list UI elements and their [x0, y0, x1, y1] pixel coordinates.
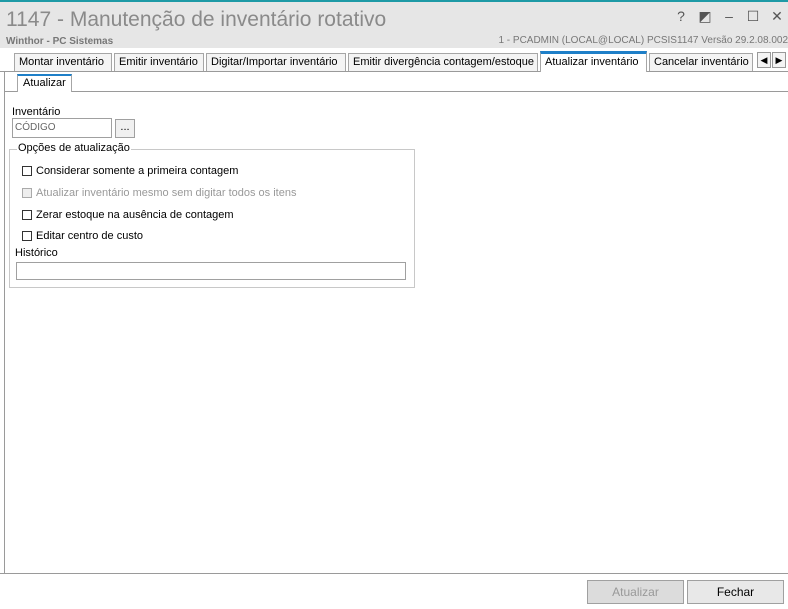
option-editar-centro-custo[interactable]: Editar centro de custo	[22, 230, 143, 242]
option-label: Editar centro de custo	[36, 230, 144, 242]
checkbox[interactable]	[22, 166, 32, 176]
footer-bar: Atualizar Fechar	[0, 573, 788, 609]
sub-tabbar: Atualizar	[4, 72, 788, 92]
option-label: Zerar estoque na ausência de contagem	[36, 209, 234, 221]
option-label: Considerar somente a primeira contagem	[36, 165, 239, 177]
atualizar-button[interactable]: Atualizar	[587, 580, 684, 604]
inventario-label: Inventário	[12, 106, 61, 118]
options-group: Opções de atualização Considerar somente…	[9, 142, 415, 288]
maximize-icon[interactable]: ☐	[746, 8, 760, 25]
checkbox	[22, 188, 32, 198]
tab-montar-inventario[interactable]: Montar inventário	[14, 53, 112, 71]
content-panel: Inventário CÓDIGO ... Opções de atualiza…	[4, 92, 788, 573]
tab-scroll-right-icon[interactable]: ▶	[772, 52, 786, 68]
restore-icon[interactable]: ◩	[698, 8, 712, 25]
fechar-button[interactable]: Fechar	[687, 580, 784, 604]
title-bar: 1147 - Manutenção de inventário rotativo…	[0, 0, 788, 48]
tab-cancelar-inventario[interactable]: Cancelar inventário	[649, 53, 753, 71]
window-title: 1147 - Manutenção de inventário rotativo	[6, 8, 387, 31]
tab-emitir-inventario[interactable]: Emitir inventário	[114, 53, 204, 71]
inventario-code-input[interactable]: CÓDIGO	[12, 118, 112, 138]
minimize-icon[interactable]: –	[722, 8, 736, 25]
option-atualizar-sem-digitar: Atualizar inventário mesmo sem digitar t…	[22, 187, 296, 199]
tab-emitir-divergencia[interactable]: Emitir divergência contagem/estoque	[348, 53, 538, 71]
checkbox[interactable]	[22, 210, 32, 220]
main-tabbar: Montar inventário Emitir inventário Digi…	[0, 50, 788, 72]
option-primeira-contagem[interactable]: Considerar somente a primeira contagem	[22, 165, 238, 177]
tab-digitar-importar[interactable]: Digitar/Importar inventário	[206, 53, 346, 71]
tab-scroll-left-icon[interactable]: ◀	[757, 52, 771, 68]
inventario-lookup-button[interactable]: ...	[115, 119, 135, 138]
close-icon[interactable]: ✕	[770, 8, 784, 25]
window-subtitle: Winthor - PC Sistemas	[6, 36, 114, 47]
session-info: 1 - PCADMIN (LOCAL@LOCAL) PCSIS1147 Vers…	[498, 35, 788, 46]
window-controls: ? ◩ – ☐ ✕	[674, 8, 784, 25]
options-group-title: Opções de atualização	[17, 142, 131, 154]
option-label: Atualizar inventário mesmo sem digitar t…	[36, 187, 297, 199]
tab-atualizar-inventario[interactable]: Atualizar inventário	[540, 51, 647, 72]
help-icon[interactable]: ?	[674, 8, 688, 25]
historico-label: Histórico	[15, 247, 58, 259]
subtab-atualizar[interactable]: Atualizar	[17, 74, 72, 92]
historico-input[interactable]	[16, 262, 406, 280]
option-zerar-estoque[interactable]: Zerar estoque na ausência de contagem	[22, 209, 234, 221]
checkbox[interactable]	[22, 231, 32, 241]
